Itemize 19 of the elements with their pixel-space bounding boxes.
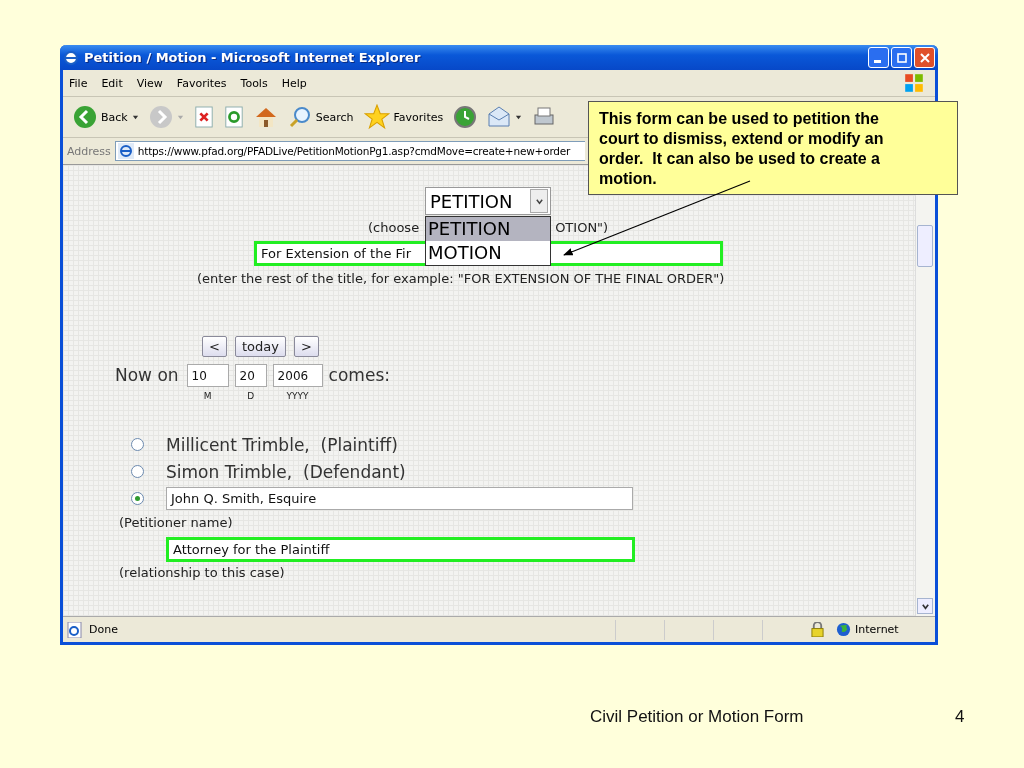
party-name: Millicent Trimble, (Plaintiff)	[166, 434, 398, 455]
type-hint: (choose	[368, 219, 420, 235]
date-caption: YYYY	[286, 391, 309, 401]
window-title: Petition / Motion - Microsoft Internet Explorer	[84, 50, 421, 65]
relationship-hint: (relationship to this case)	[119, 565, 286, 582]
callout-note: This form can be used to petition the court to dismiss, extend or modify an order. It can also be used to create a motion.	[588, 101, 958, 195]
status-text: Done	[89, 623, 118, 636]
date-label: Now on	[115, 365, 179, 385]
address-label: Address	[67, 144, 111, 158]
date-caption: M	[203, 391, 212, 401]
date-caption: D	[247, 391, 255, 401]
type-hint: OTION")	[555, 219, 609, 235]
petitioner-hint: (Petitioner name)	[119, 515, 234, 532]
party-name: Simon Trimble, (Defendant)	[166, 461, 406, 482]
slide-number: 4	[955, 707, 965, 727]
date-suffix: comes:	[328, 365, 390, 385]
title-hint: (enter the rest of the title, for example: "FOR EXTENSION OF THE FINAL ORDER")	[196, 271, 726, 286]
zone-text: Internet	[855, 623, 900, 636]
slide-footer: Civil Petition or Motion Form	[590, 707, 955, 727]
